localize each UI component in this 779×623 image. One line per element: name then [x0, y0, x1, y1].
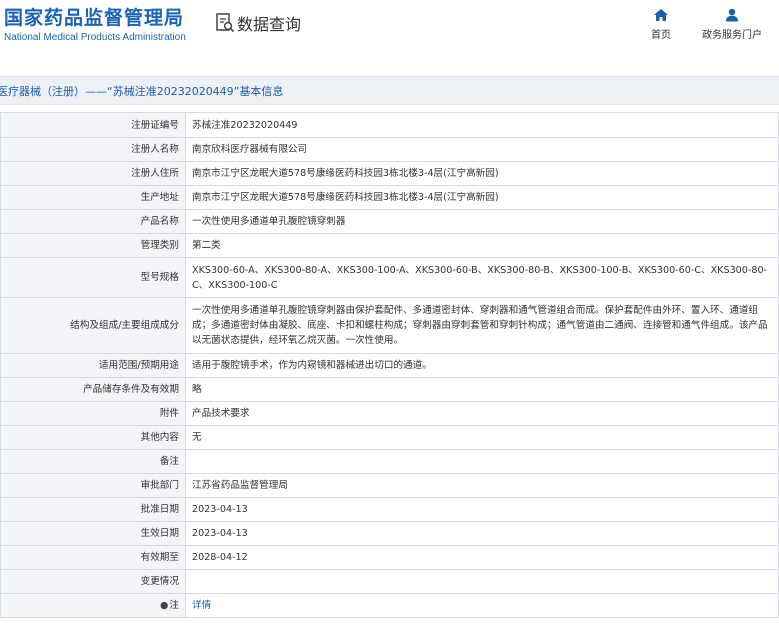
data-query-label: 数据查询	[237, 15, 302, 34]
home-icon	[654, 9, 668, 21]
nav-home-label: 首页	[651, 30, 671, 41]
table-row: 批准日期 2023-04-13	[0, 497, 779, 522]
field-value: 南京欣科医疗器械有限公司	[185, 137, 779, 162]
table-row: 注册证编号 苏械注准20232020449	[0, 112, 779, 138]
field-value: 南京市江宁区龙眠大道578号康缘医药科技园3栋北楼3-4层(江宁高新园)	[185, 185, 779, 210]
field-label: 审批部门	[0, 473, 186, 498]
site-logo[interactable]: 国家药品监督管理局 National Medical Products Admi…	[4, 6, 186, 45]
table-row: 注册人住所 南京市江宁区龙眠大道578号康缘医药科技园3栋北楼3-4层(江宁高新…	[0, 161, 779, 186]
field-value: 江苏省药品监督管理局	[185, 473, 779, 498]
field-label: 产品储存条件及有效期	[0, 377, 186, 402]
table-row: 有效期至 2028-04-12	[0, 545, 779, 570]
logo-chinese-text: 国家药品监督管理局	[4, 7, 185, 29]
lightbulb-icon: ●	[160, 600, 169, 611]
field-label: 注册证编号	[0, 112, 186, 138]
breadcrumb-text: 医疗器械（注册）——“苏械注准20232020449”基本信息	[0, 85, 284, 98]
site-header: 国家药品监督管理局 National Medical Products Admi…	[0, 0, 779, 64]
field-value: 2023-04-13	[185, 497, 779, 522]
breadcrumb: 医疗器械（注册）——“苏械注准20232020449”基本信息	[0, 76, 779, 105]
field-label: 备注	[0, 449, 186, 474]
field-label: 其他内容	[0, 425, 186, 450]
field-label: 型号规格	[0, 257, 186, 298]
field-value: XKS300-60-A、XKS300-80-A、XKS300-100-A、XKS…	[185, 257, 779, 298]
field-label: 有效期至	[0, 545, 186, 570]
field-label: 生产地址	[0, 185, 186, 210]
table-row: 审批部门 江苏省药品监督管理局	[0, 473, 779, 498]
table-row: 型号规格 XKS300-60-A、XKS300-80-A、XKS300-100-…	[0, 257, 779, 298]
field-label: 附件	[0, 401, 186, 426]
basic-info-table: 注册证编号 苏械注准20232020449 注册人名称 南京欣科医疗器械有限公司…	[0, 112, 779, 618]
field-label: 注册人住所	[0, 161, 186, 186]
field-label: 适用范围/预期用途	[0, 353, 186, 378]
field-value: 无	[185, 425, 779, 450]
field-value: 产品技术要求	[185, 401, 779, 426]
table-row: 产品储存条件及有效期 略	[0, 377, 779, 402]
data-query-title: 数据查询	[215, 10, 301, 36]
user-icon	[726, 8, 738, 22]
table-row: 管理类别 第二类	[0, 233, 779, 258]
nav-portal-label: 政务服务门户	[702, 30, 762, 41]
field-value: 略	[185, 377, 779, 402]
field-label: 管理类别	[0, 233, 186, 258]
table-row: 产品名称 一次性使用多通道单孔腹腔镜穿刺器	[0, 209, 779, 234]
document-search-icon	[216, 13, 235, 33]
field-label: 批准日期	[0, 497, 186, 522]
field-value: 南京市江宁区龙眠大道578号康缘医药科技园3栋北楼3-4层(江宁高新园)	[185, 161, 779, 186]
table-row: 注册人名称 南京欣科医疗器械有限公司	[0, 137, 779, 162]
table-row: 适用范围/预期用途 适用于腹腔镜手术，作为内窥镜和器械进出切口的通道。	[0, 353, 779, 378]
table-row: 其他内容 无	[0, 425, 779, 450]
field-value	[185, 569, 779, 594]
field-value: 苏械注准20232020449	[185, 112, 779, 138]
details-link[interactable]: 详情	[185, 593, 779, 618]
field-value	[185, 449, 779, 474]
field-value: 适用于腹腔镜手术，作为内窥镜和器械进出切口的通道。	[185, 353, 779, 378]
table-row: 生产地址 南京市江宁区龙眠大道578号康缘医药科技园3栋北楼3-4层(江宁高新园…	[0, 185, 779, 210]
field-label: 产品名称	[0, 209, 186, 234]
field-value: 2023-04-13	[185, 521, 779, 546]
nav-service-portal[interactable]: 政务服务门户	[700, 8, 764, 41]
table-row: 备注	[0, 449, 779, 474]
table-row: ●注 详情	[0, 593, 779, 618]
table-row: 变更情况	[0, 569, 779, 594]
field-value: 第二类	[185, 233, 779, 258]
table-row: 结构及组成/主要组成成分 一次性使用多通道单孔腹腔镜穿刺器由保护套配件、多通道密…	[0, 297, 779, 354]
note-label: ●注	[0, 593, 186, 618]
table-row: 附件 产品技术要求	[0, 401, 779, 426]
field-label: 注册人名称	[0, 137, 186, 162]
field-label: 变更情况	[0, 569, 186, 594]
field-value: 一次性使用多通道单孔腹腔镜穿刺器由保护套配件、多通道密封体、穿刺器和通气管道组合…	[185, 297, 779, 354]
field-label: 注	[169, 600, 179, 611]
field-label: 结构及组成/主要组成成分	[0, 297, 186, 354]
field-value: 一次性使用多通道单孔腹腔镜穿刺器	[185, 209, 779, 234]
nav-home[interactable]: 首页	[644, 8, 678, 41]
field-value: 2028-04-12	[185, 545, 779, 570]
logo-english-text: National Medical Products Administration	[4, 32, 186, 43]
table-row: 生效日期 2023-04-13	[0, 521, 779, 546]
field-label: 生效日期	[0, 521, 186, 546]
